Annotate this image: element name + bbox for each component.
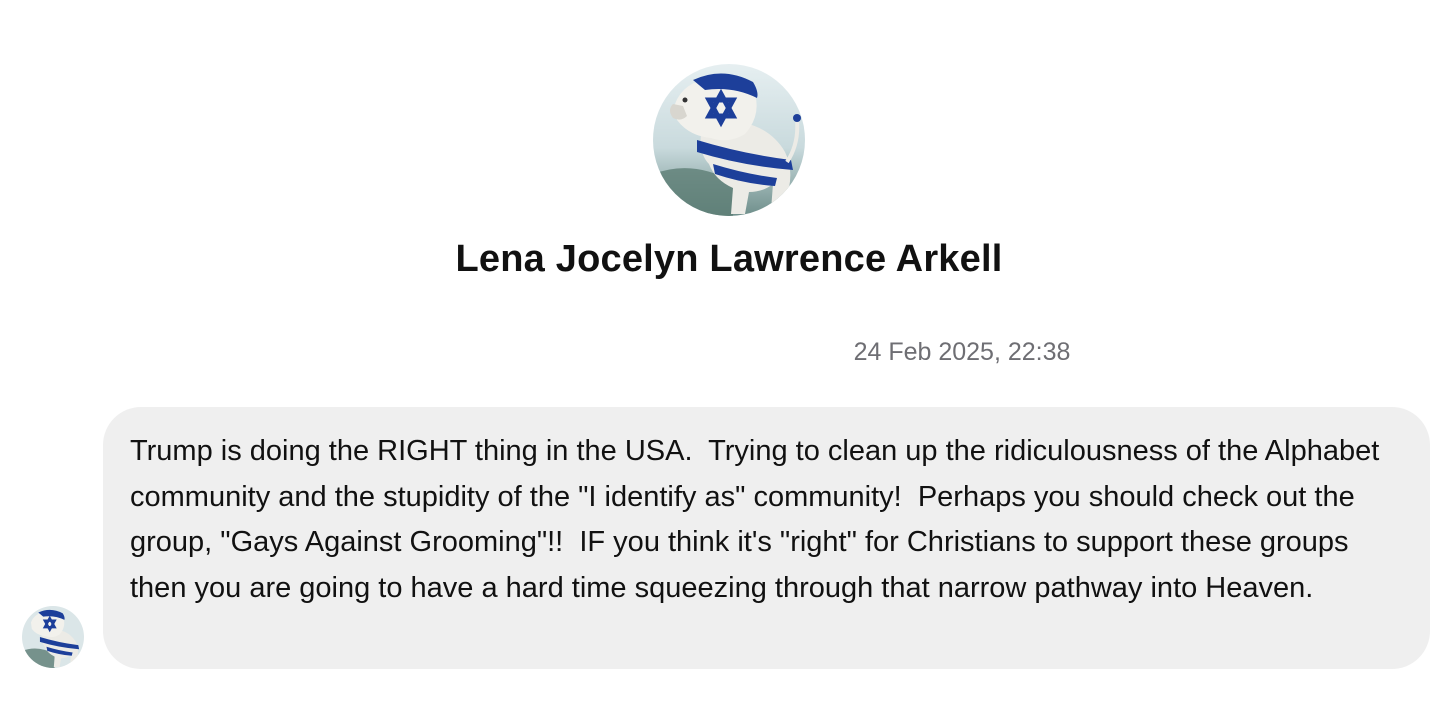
message-timestamp: 24 Feb 2025, 22:38 — [853, 338, 1071, 366]
contact-name[interactable]: Lena Jocelyn Lawrence Arkell — [0, 238, 1456, 281]
message-text: Trump is doing the RIGHT thing in the US… — [130, 435, 1388, 604]
lion-flag-avatar-icon — [22, 606, 84, 668]
lion-flag-avatar-icon — [653, 64, 805, 216]
profile-avatar[interactable] — [653, 64, 805, 216]
sender-avatar[interactable] — [22, 606, 84, 668]
incoming-message-bubble[interactable]: Trump is doing the RIGHT thing in the US… — [103, 407, 1430, 669]
